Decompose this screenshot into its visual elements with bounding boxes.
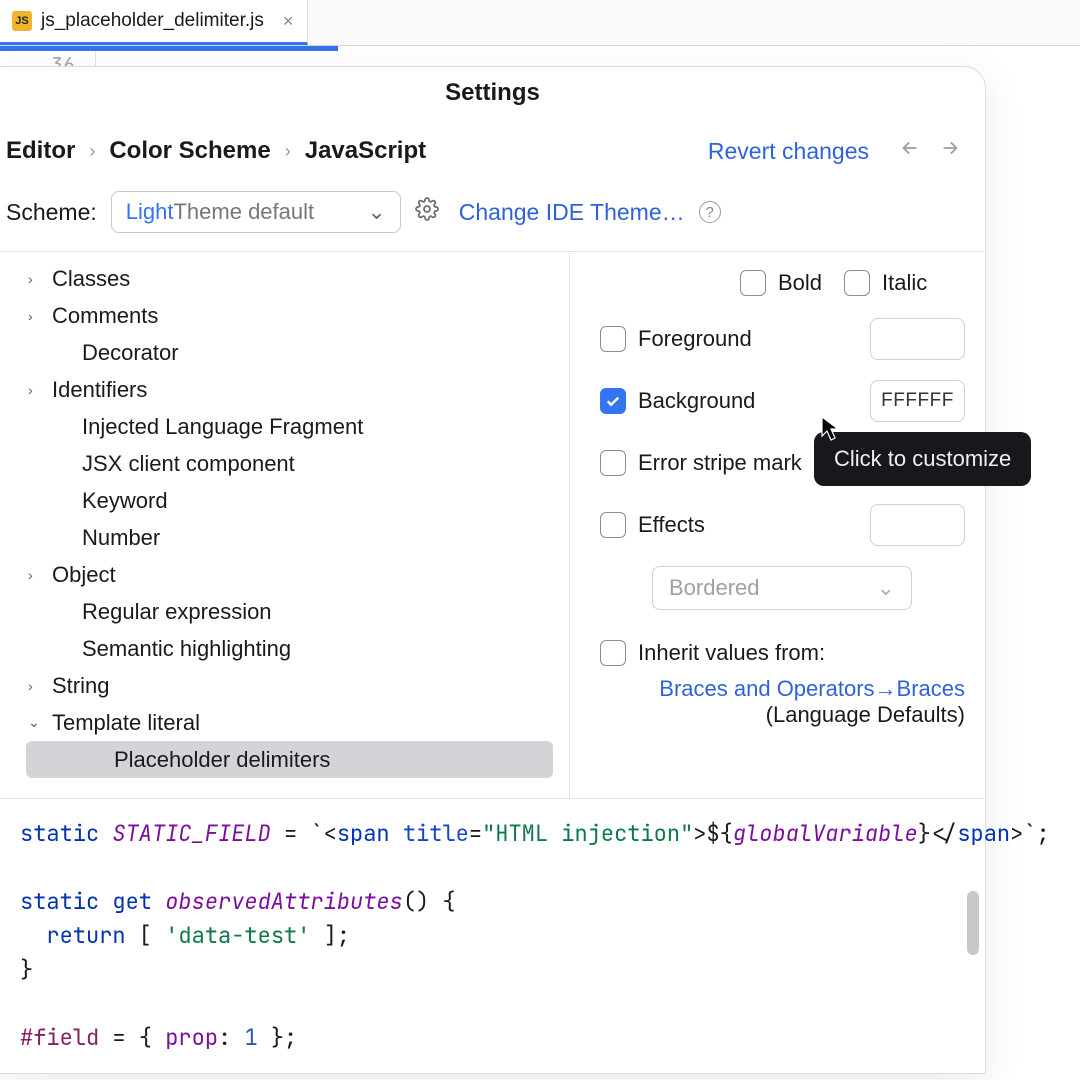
tree-item-label: String: [52, 673, 109, 699]
settings-dialog: Settings Editor › Color Scheme › JavaScr…: [0, 66, 986, 1074]
js-file-icon: JS: [12, 11, 32, 31]
inherit-source-note: (Language Defaults): [600, 702, 965, 728]
close-tab-icon[interactable]: ×: [283, 11, 294, 32]
mouse-cursor-icon: [821, 416, 841, 448]
editor-tab-bar: JS js_placeholder_delimiter.js ×: [0, 0, 1080, 46]
foreground-checkbox[interactable]: [600, 326, 626, 352]
chevron-right-icon: ›: [28, 271, 42, 287]
preview-scrollbar[interactable]: [967, 891, 979, 955]
tree-item-label: Identifiers: [52, 377, 147, 403]
breadcrumb-seg-2[interactable]: JavaScript: [305, 137, 426, 165]
forward-icon[interactable]: [939, 137, 961, 165]
tree-item-label: Keyword: [82, 488, 168, 514]
effects-color-swatch[interactable]: [870, 504, 965, 546]
tree-item-semantic-highlighting[interactable]: Semantic highlighting: [0, 630, 569, 667]
tree-item-identifiers[interactable]: › Identifiers: [0, 371, 569, 408]
file-tab-label: js_placeholder_delimiter.js: [41, 10, 264, 32]
tree-item-classes[interactable]: › Classes: [0, 260, 569, 297]
background-color-swatch[interactable]: FFFFFF: [870, 380, 965, 422]
dialog-title: Settings: [0, 67, 985, 117]
tree-item-label: Classes: [52, 266, 130, 292]
tree-item-label: Regular expression: [82, 599, 272, 625]
chevron-right-icon: ›: [28, 308, 42, 324]
background-checkbox[interactable]: [600, 388, 626, 414]
chevron-right-icon: ›: [28, 382, 42, 398]
tooltip: Click to customize: [814, 432, 1031, 486]
tree-item-template-literal[interactable]: ⌄ Template literal: [0, 704, 569, 741]
tree-item-decorator[interactable]: Decorator: [0, 334, 569, 371]
chevron-right-icon: ›: [28, 567, 42, 583]
tree-item-injected-language-fragment[interactable]: Injected Language Fragment: [0, 408, 569, 445]
properties-panel: Bold Italic Foreground Background FFFFFF: [570, 252, 985, 798]
tree-item-label: Comments: [52, 303, 158, 329]
effects-label: Effects: [638, 512, 705, 538]
error-stripe-label: Error stripe mark: [638, 450, 802, 476]
chevron-down-icon: ⌄: [28, 714, 42, 731]
color-scheme-tree[interactable]: › Classes › Comments Decorator › Identifiers In…: [0, 252, 570, 798]
tree-item-placeholder-delimiters[interactable]: Placeholder delimiters: [26, 741, 553, 778]
tree-item-object[interactable]: › Object: [0, 556, 569, 593]
breadcrumb-seg-1[interactable]: Color Scheme: [109, 137, 270, 165]
chevron-right-icon: ›: [28, 678, 42, 694]
breadcrumb: Editor › Color Scheme › JavaScript: [6, 137, 426, 165]
tree-item-label: Number: [82, 525, 160, 551]
back-icon[interactable]: [899, 137, 921, 165]
tree-item-label: JSX client component: [82, 451, 295, 477]
tree-item-label: Template literal: [52, 710, 200, 736]
gear-icon[interactable]: [415, 197, 439, 227]
foreground-color-swatch[interactable]: [870, 318, 965, 360]
tree-item-label: Decorator: [82, 340, 179, 366]
tree-item-comments[interactable]: › Comments: [0, 297, 569, 334]
effects-checkbox[interactable]: [600, 512, 626, 538]
tree-item-label: Placeholder delimiters: [114, 747, 330, 773]
tree-item-label: Object: [52, 562, 116, 588]
help-icon[interactable]: ?: [699, 201, 721, 223]
bold-checkbox[interactable]: [740, 270, 766, 296]
effects-type-select[interactable]: Bordered ⌄: [652, 566, 912, 610]
inherit-checkbox[interactable]: [600, 640, 626, 666]
italic-checkbox[interactable]: [844, 270, 870, 296]
code-preview[interactable]: static STATIC_FIELD = `<span title="HTML…: [0, 798, 985, 1073]
tree-item-jsx-client-component[interactable]: JSX client component: [0, 445, 569, 482]
chevron-right-icon: ›: [285, 141, 291, 162]
tree-item-regular-expression[interactable]: Regular expression: [0, 593, 569, 630]
revert-changes-link[interactable]: Revert changes: [708, 138, 869, 165]
tree-item-number[interactable]: Number: [0, 519, 569, 556]
italic-label: Italic: [882, 270, 927, 296]
scheme-label: Scheme:: [6, 199, 97, 226]
scheme-select[interactable]: Light Theme default ⌄: [111, 191, 401, 233]
tree-item-label: Injected Language Fragment: [82, 414, 363, 440]
background-label: Background: [638, 388, 755, 414]
chevron-right-icon: ›: [89, 141, 95, 162]
change-ide-theme-link[interactable]: Change IDE Theme…: [459, 199, 685, 226]
inherit-source-link[interactable]: Braces and Operators→Braces: [600, 676, 965, 702]
tab-active-underline: [0, 46, 338, 51]
tree-item-keyword[interactable]: Keyword: [0, 482, 569, 519]
chevron-down-icon: ⌄: [367, 199, 385, 225]
inherit-label: Inherit values from:: [638, 640, 825, 666]
breadcrumb-seg-0[interactable]: Editor: [6, 137, 75, 165]
tree-item-label: Semantic highlighting: [82, 636, 291, 662]
bold-label: Bold: [778, 270, 822, 296]
error-stripe-checkbox[interactable]: [600, 450, 626, 476]
chevron-down-icon: ⌄: [877, 575, 895, 601]
tree-item-string[interactable]: › String: [0, 667, 569, 704]
file-tab[interactable]: JS js_placeholder_delimiter.js ×: [0, 0, 308, 45]
foreground-label: Foreground: [638, 326, 752, 352]
